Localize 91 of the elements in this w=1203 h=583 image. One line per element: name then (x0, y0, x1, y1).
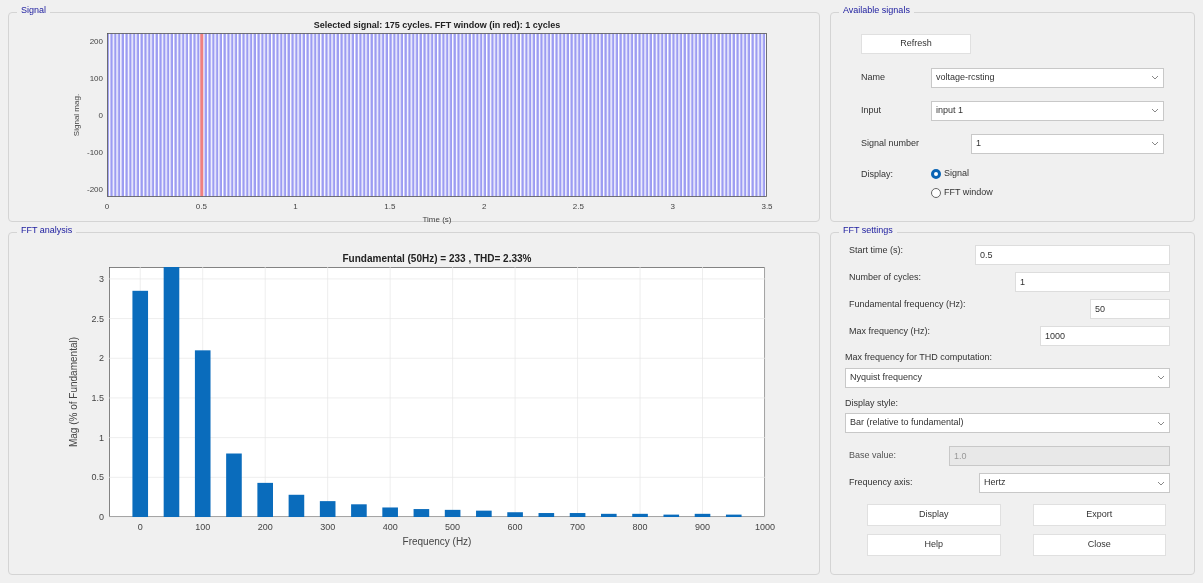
bar (351, 504, 367, 517)
input-field[interactable]: 1000 (1040, 326, 1170, 346)
tick-label: 200 (257, 522, 273, 532)
plot-title: Selected signal: 175 cycles. FFT window (in red): 1 cycles (313, 20, 561, 30)
radio-option[interactable]: Signal (931, 166, 993, 181)
tick-label: 200 (89, 37, 103, 46)
tick-label: 2.5 (572, 202, 584, 211)
tick-label: 0 (98, 111, 103, 120)
bar (694, 513, 711, 517)
tick-label: 1000 (755, 522, 775, 532)
dropdown[interactable]: input 1 (931, 100, 1164, 121)
bar (569, 513, 586, 517)
action-button[interactable]: Export (1032, 504, 1166, 526)
tick-label: 3 (670, 202, 675, 211)
axis-label: Time (s) (422, 215, 452, 224)
dropdown[interactable]: Bar (relative to fundamental) (845, 413, 1170, 433)
field-label: Base value: (849, 449, 898, 463)
field-label: Name (861, 71, 886, 84)
field-label: Signal number (861, 137, 921, 150)
input-field[interactable]: 1 (1015, 272, 1170, 292)
tick-label: 0 (137, 522, 143, 532)
bar (507, 512, 523, 517)
bar (257, 482, 273, 517)
tick-label: 1 (293, 202, 298, 211)
field-label: Max frequency for THD computation: (845, 351, 993, 364)
field-label: Display style: (845, 396, 899, 410)
panel-title: FFT settings (839, 226, 897, 235)
axis-label: Mag (% of Fundamental) (68, 336, 79, 448)
bar (476, 510, 492, 517)
action-button[interactable]: Close (1032, 534, 1166, 556)
tick-label: 0 (99, 512, 104, 522)
dropdown[interactable]: Hertz (979, 473, 1170, 493)
tick-label: 700 (570, 522, 586, 532)
tick-label: 1 (99, 432, 104, 443)
field-label: Frequency axis: (849, 476, 914, 490)
tick-label: -100 (87, 148, 103, 157)
bar (601, 513, 617, 517)
chevron-down-icon (1157, 420, 1165, 426)
tick-label: 100 (195, 522, 211, 532)
bar (413, 509, 430, 517)
tick-label: 1.5 (384, 202, 396, 211)
tick-label: 900 (695, 522, 711, 532)
chevron-down-icon (1151, 75, 1159, 81)
tick-label: 600 (507, 522, 523, 532)
chart-title: Fundamental (50Hz) = 233 , THD= 2.33% (342, 253, 532, 264)
tick-label: 300 (320, 522, 336, 532)
tick-label: 3 (99, 273, 104, 284)
panel-title: Available signals (839, 6, 914, 15)
input-field[interactable]: 50 (1090, 299, 1170, 319)
panel-title: FFT analysis (17, 226, 77, 235)
field-label: Max frequency (Hz): (849, 325, 931, 339)
refresh-button[interactable]: Refresh (861, 33, 971, 54)
tick-label: 2.5 (91, 313, 104, 324)
dropdown[interactable]: 1 (971, 133, 1164, 154)
tick-label: 400 (382, 522, 398, 532)
chevron-down-icon (1151, 108, 1159, 114)
tick-label: 2 (481, 202, 487, 211)
dropdown[interactable]: Nyquist frequency (845, 367, 1170, 388)
bar (632, 513, 648, 517)
tick-label: -200 (87, 185, 103, 194)
field-label: Number of cycles: (849, 271, 922, 285)
action-button[interactable]: Display (867, 504, 1001, 526)
chevron-down-icon (1157, 480, 1165, 486)
bar (226, 453, 242, 517)
field-label: Input (861, 104, 883, 117)
tick-label: 1.5 (91, 392, 104, 403)
input-field[interactable]: 0.5 (975, 245, 1170, 265)
tick-label: 3.5 (761, 202, 773, 211)
tick-label: 0.5 (91, 472, 104, 483)
panel-title: Signal (17, 6, 51, 15)
tick-label: 2 (99, 353, 104, 364)
bar (444, 509, 461, 517)
tick-label: 800 (632, 522, 648, 532)
bar (382, 507, 398, 517)
field-label: Fundamental frequency (Hz): (849, 298, 966, 312)
bar (725, 514, 742, 517)
action-button[interactable]: Help (867, 534, 1001, 556)
chevron-down-icon (1151, 141, 1159, 147)
bar (663, 514, 680, 517)
field-label: Display: (861, 167, 894, 181)
bar (538, 513, 555, 517)
axis-label: Signal mag. (72, 93, 81, 137)
tick-label: 500 (445, 522, 461, 532)
tick-label: 0.5 (195, 202, 207, 211)
tick-label: 100 (89, 74, 103, 83)
tick-label: 0 (104, 202, 110, 211)
chevron-down-icon (1157, 375, 1165, 380)
radio-option[interactable]: FFT window (931, 186, 993, 200)
dropdown[interactable]: voltage-rcsting (931, 67, 1164, 88)
axis-label: Frequency (Hz) (402, 536, 472, 547)
field-label: Start time (s): (849, 244, 903, 258)
